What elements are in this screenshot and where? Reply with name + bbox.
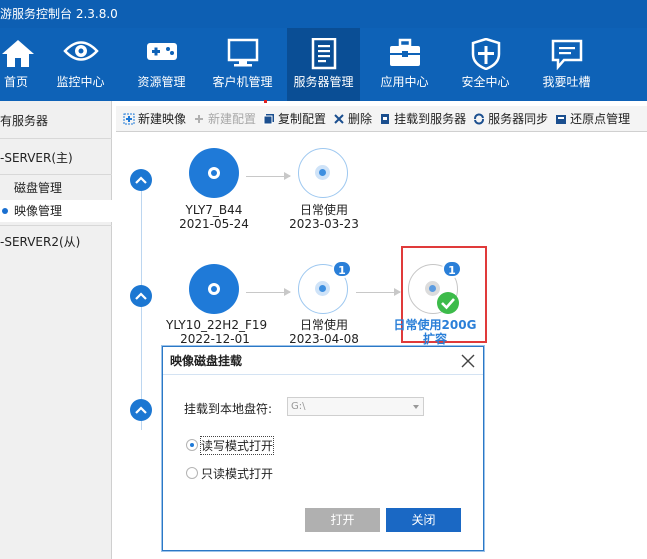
delete-x-icon — [333, 113, 345, 125]
plus-icon — [193, 113, 205, 125]
nav-clients-label: 客户机管理 — [212, 75, 273, 89]
nav-security-label: 安全中心 — [461, 75, 510, 89]
server-sync-label: 服务器同步 — [488, 112, 549, 126]
window-title: 游服务控制台 2.3.8.0 — [0, 0, 647, 28]
selected-bullet-icon — [2, 208, 8, 214]
gamepad-icon — [145, 38, 179, 67]
drive-letter-label: 挂载到本地盘符: — [184, 402, 273, 416]
tree-item-label: 映像管理 — [14, 204, 63, 218]
server-document-icon — [309, 37, 339, 73]
read-only-label[interactable]: 只读模式打开 — [201, 465, 273, 482]
nav-feedback[interactable]: 我要吐槽 — [526, 28, 607, 101]
close-button[interactable]: 关闭 — [386, 508, 461, 532]
eye-icon — [62, 38, 99, 67]
server-sync-button[interactable]: 服务器同步 — [473, 110, 548, 127]
image-name: YLY7_B44 — [185, 203, 243, 217]
base-image-disc-icon[interactable] — [189, 148, 239, 198]
tree-item-disk-management[interactable]: 磁盘管理 — [0, 177, 112, 199]
child-count-badge: 1 — [332, 260, 352, 278]
copy-config-button[interactable]: 复制配置 — [263, 110, 326, 127]
tree-item-server-secondary[interactable]: -SERVER2(从) — [0, 231, 112, 253]
tree-divider — [0, 225, 112, 226]
arrow-icon — [246, 288, 291, 296]
dialog-title: 映像磁盘挂载 — [163, 347, 483, 375]
new-image-label: 新建映像 — [138, 112, 187, 126]
restore-point-label: 还原点管理 — [570, 112, 631, 126]
delete-label: 删除 — [348, 112, 373, 126]
arrow-icon — [356, 288, 401, 296]
home-icon — [1, 38, 35, 71]
tree-item-server-main[interactable]: -SERVER(主) — [0, 147, 112, 169]
read-write-label[interactable]: 读写模式打开 — [199, 436, 275, 455]
nav-monitor-label: 监控中心 — [56, 75, 105, 89]
image-toolbar: 新建映像 新建配置 复制配置 删除 挂载到服务器 服务器同步 还原点管理 — [116, 106, 647, 132]
collapse-chevron-icon[interactable] — [130, 399, 152, 421]
nav-home-label: 首页 — [4, 75, 29, 89]
sync-icon — [473, 113, 485, 125]
read-write-radio[interactable] — [186, 439, 198, 451]
arrow-icon — [246, 172, 291, 180]
nav-home[interactable]: 首页 — [0, 28, 40, 101]
notification-dot — [264, 100, 267, 103]
delete-button[interactable]: 删除 — [333, 110, 372, 127]
config-date: 2023-03-23 — [289, 217, 359, 231]
tree-divider — [0, 138, 112, 139]
nav-servers[interactable]: 服务器管理 — [287, 28, 360, 101]
nav-clients[interactable]: 客户机管理 — [202, 28, 283, 101]
read-only-radio[interactable] — [186, 467, 198, 479]
mount-to-server-button[interactable]: 挂载到服务器 — [379, 110, 466, 127]
new-image-icon — [123, 113, 135, 125]
shield-icon — [471, 37, 501, 73]
config-name: 日常使用 — [299, 318, 348, 332]
chevron-down-icon — [413, 405, 419, 409]
copy-icon — [263, 113, 275, 125]
nav-security[interactable]: 安全中心 — [445, 28, 526, 101]
monitor-icon — [226, 38, 260, 71]
image-date: 2022-12-01 — [180, 332, 250, 346]
close-icon[interactable] — [459, 352, 477, 370]
tree-divider — [0, 174, 112, 175]
config-date: 2023-04-08 — [289, 332, 359, 346]
copy-config-label: 复制配置 — [278, 112, 327, 126]
nav-servers-label: 服务器管理 — [293, 75, 354, 89]
nav-apps-label: 应用中心 — [380, 75, 429, 89]
restore-point-button[interactable]: 还原点管理 — [555, 110, 630, 127]
collapse-chevron-icon[interactable] — [130, 169, 152, 191]
new-config-label: 新建配置 — [208, 112, 257, 126]
mount-label: 挂载到服务器 — [394, 112, 467, 126]
nav-resources-label: 资源管理 — [137, 75, 186, 89]
nav-apps[interactable]: 应用中心 — [364, 28, 445, 101]
image-date: 2021-05-24 — [179, 217, 249, 231]
new-config-button[interactable]: 新建配置 — [193, 110, 256, 127]
drive-letter-select[interactable]: G:\ — [287, 397, 424, 416]
new-image-button[interactable]: 新建映像 — [123, 110, 186, 127]
tree-item-image-management[interactable]: 映像管理 — [0, 200, 112, 222]
image-name: YLY10_22H2_F19 — [166, 318, 268, 332]
config-name: 日常使用 — [299, 203, 348, 217]
config-disc-icon[interactable] — [298, 148, 348, 198]
tree-header[interactable]: 有服务器 — [0, 109, 112, 133]
nav-monitor[interactable]: 监控中心 — [40, 28, 121, 101]
mount-icon — [379, 113, 391, 125]
restore-icon — [555, 113, 567, 125]
nav-resources[interactable]: 资源管理 — [121, 28, 202, 101]
collapse-chevron-icon[interactable] — [130, 285, 152, 307]
top-navigation: 首页 监控中心 资源管理 客户机管理 服务器管理 应用中心 安全中心 我要吐槽 — [0, 28, 647, 101]
server-tree-panel: 有服务器 -SERVER(主) 磁盘管理 映像管理 -SERVER2(从) — [0, 101, 112, 559]
nav-feedback-label: 我要吐槽 — [542, 75, 591, 89]
selected-config-name[interactable]: 日常使用200G扩容 — [390, 318, 480, 346]
base-image-disc-icon[interactable] — [189, 264, 239, 314]
toolbox-icon — [388, 38, 422, 71]
open-button[interactable]: 打开 — [305, 508, 380, 532]
mount-disk-dialog: 映像磁盘挂载 挂载到本地盘符: G:\ 读写模式打开 只读模式打开 打开 关闭 — [162, 346, 484, 551]
drive-letter-value: G:\ — [291, 401, 306, 412]
feedback-icon — [550, 38, 584, 73]
